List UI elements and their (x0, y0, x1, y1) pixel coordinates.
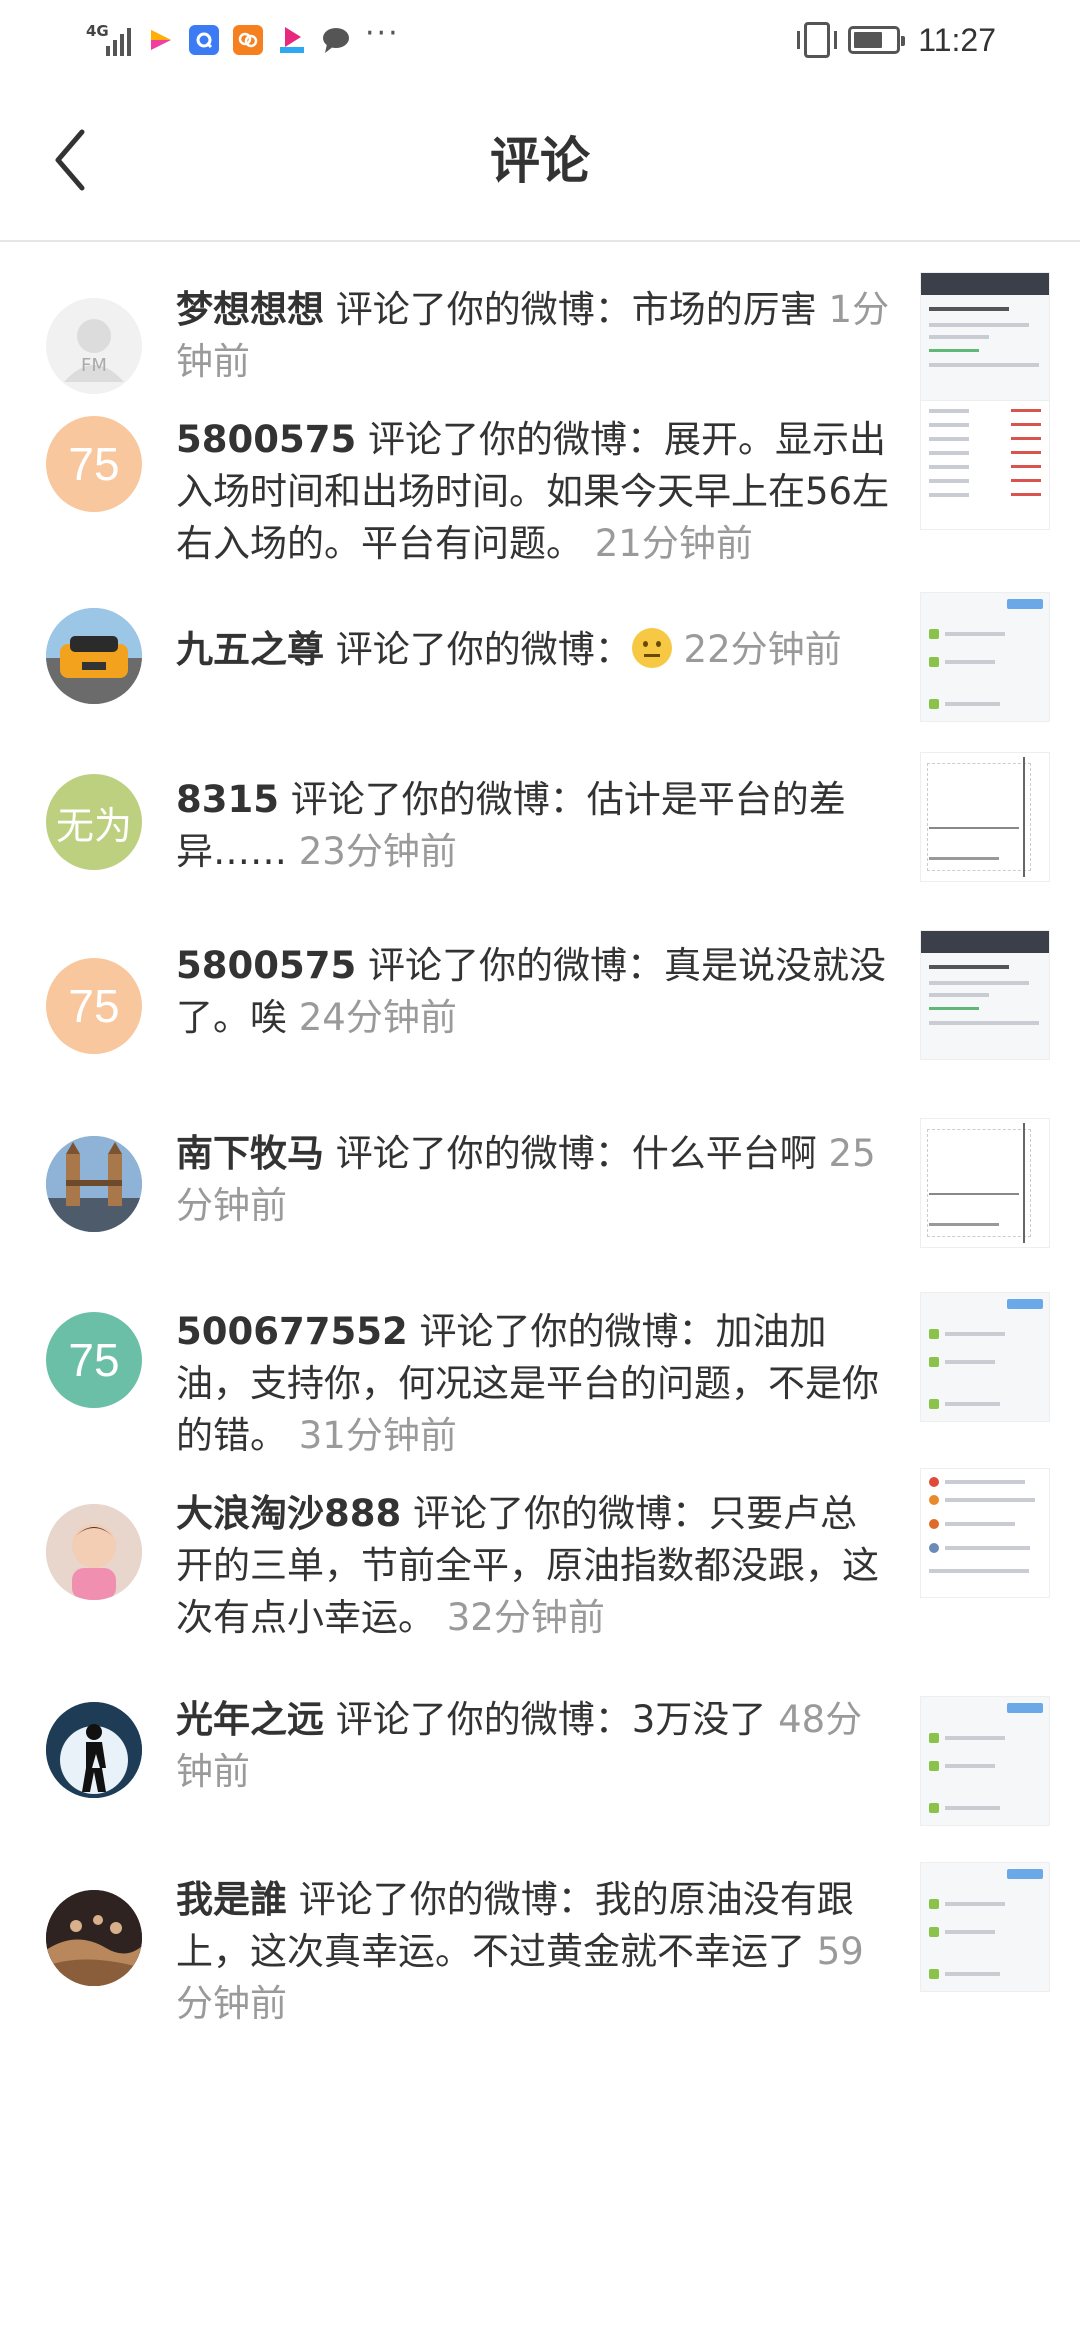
neutral-face-emoji-icon (631, 628, 672, 668)
post-thumbnail[interactable] (920, 1468, 1050, 1598)
comment-text: 500677552 评论了你的微博：加油加油，支持你，何况这是平台的问题，不是你… (176, 1310, 879, 1457)
car-photo-icon (46, 608, 142, 704)
user-name[interactable]: 我是誰 (176, 1878, 287, 1921)
more-notifications-icon: ··· (365, 15, 400, 51)
avatar[interactable] (46, 1504, 142, 1600)
post-thumbnail[interactable] (920, 1292, 1050, 1422)
list-item[interactable]: 无为 8315 评论了你的微博：估计是平台的差异…… 23分钟前 (0, 742, 1080, 892)
timestamp: 21分钟前 (594, 522, 753, 565)
list-item[interactable]: FM 梦想想想 评论了你的微博：市场的厉害 1分钟前 (0, 242, 1080, 402)
user-name[interactable]: 5800575 (176, 944, 356, 987)
user-name[interactable]: 梦想想想 (176, 288, 324, 331)
user-name[interactable]: 九五之尊 (176, 628, 324, 671)
list-item[interactable]: 大浪淘沙888 评论了你的微博：只要卢总开的三单，节前全平，原油指数都没跟，这次… (0, 1468, 1080, 1639)
video-app-icon (145, 25, 175, 55)
post-thumbnail[interactable] (920, 1118, 1050, 1248)
comment-text: 九五之尊 评论了你的微博： 22分钟前 (176, 628, 842, 671)
post-thumbnail[interactable] (920, 592, 1050, 722)
list-item[interactable]: 75 5800575 评论了你的微博：展开。显示出入场时间和出场时间。如果今天早… (0, 390, 1080, 565)
avatar[interactable]: 75 (46, 416, 142, 512)
timestamp: 24分钟前 (298, 996, 457, 1039)
silhouette-photo-icon (46, 1702, 142, 1798)
list-item[interactable]: 75 5800575 评论了你的微博：真是说没就没了。唉 24分钟前 (0, 922, 1080, 1072)
post-thumbnail[interactable] (920, 930, 1050, 1060)
post-thumbnail[interactable] (920, 1862, 1050, 1992)
comment-text: 梦想想想 评论了你的微博：市场的厉害 1分钟前 (176, 288, 890, 383)
post-thumbnail[interactable] (920, 400, 1050, 530)
avatar[interactable] (46, 608, 142, 704)
comment-text: 大浪淘沙888 评论了你的微博：只要卢总开的三单，节前全平，原油指数都没跟，这次… (176, 1492, 879, 1639)
timestamp: 32分钟前 (446, 1596, 605, 1639)
page-title: 评论 (490, 132, 590, 190)
list-item[interactable]: 九五之尊 评论了你的微博： 22分钟前 (0, 582, 1080, 722)
avatar[interactable]: 75 (46, 1312, 142, 1408)
timestamp: 22分钟前 (683, 628, 842, 671)
avatar[interactable]: 75 (46, 958, 142, 1054)
avatar[interactable] (46, 1702, 142, 1798)
youku-icon (277, 25, 307, 55)
user-name[interactable]: 500677552 (176, 1310, 408, 1353)
user-name[interactable]: 8315 (176, 778, 279, 821)
comment-text: 8315 评论了你的微博：估计是平台的差异…… 23分钟前 (176, 778, 846, 873)
browser-app-icon (189, 25, 219, 55)
avatar[interactable] (46, 1890, 142, 1986)
battery-icon (848, 26, 906, 54)
avatar-initials: FM (81, 355, 107, 376)
comment-text: 光年之远 评论了你的微博：3万没了 48分钟前 (176, 1698, 863, 1793)
avatar[interactable]: FM (46, 298, 142, 394)
desert-photo-icon (46, 1890, 142, 1986)
clock: 11:27 (918, 21, 996, 58)
network-type: 4G (86, 22, 109, 40)
bridge-photo-icon (46, 1136, 142, 1232)
comment-text: 南下牧马 评论了你的微博：什么平台啊 25分钟前 (176, 1132, 876, 1227)
post-thumbnail[interactable] (920, 1696, 1050, 1826)
list-item[interactable]: 南下牧马 评论了你的微博：什么平台啊 25分钟前 (0, 1110, 1080, 1260)
post-thumbnail[interactable] (920, 752, 1050, 882)
user-name[interactable]: 大浪淘沙888 (176, 1492, 401, 1535)
user-name[interactable]: 南下牧马 (176, 1132, 324, 1175)
avatar[interactable] (46, 1136, 142, 1232)
uc-browser-icon (233, 25, 263, 55)
child-photo-icon (46, 1504, 142, 1600)
vibrate-icon (797, 22, 838, 58)
user-name[interactable]: 5800575 (176, 418, 356, 461)
post-thumbnail[interactable] (920, 272, 1050, 402)
avatar[interactable]: 无为 (46, 774, 142, 870)
user-name[interactable]: 光年之远 (176, 1698, 324, 1741)
status-bar: 4G ··· 11:27 (0, 0, 1080, 80)
timestamp: 31分钟前 (298, 1414, 457, 1457)
list-item[interactable]: 光年之远 评论了你的微博：3万没了 48分钟前 (0, 1666, 1080, 1826)
timestamp: 23分钟前 (298, 830, 457, 873)
signal-icon: 4G (86, 24, 131, 56)
list-item[interactable]: 我是誰 评论了你的微博：我的原油没有跟上，这次真幸运。不过黄金就不幸运了 59分… (0, 1854, 1080, 2025)
comment-text: 我是誰 评论了你的微博：我的原油没有跟上，这次真幸运。不过黄金就不幸运了 59分… (176, 1878, 864, 2025)
comment-text: 5800575 评论了你的微博：真是说没就没了。唉 24分钟前 (176, 944, 886, 1039)
message-icon (321, 25, 351, 55)
nav-header: 评论 (0, 80, 1080, 242)
comment-text: 5800575 评论了你的微博：展开。显示出入场时间和出场时间。如果今天早上在5… (176, 418, 890, 565)
list-item[interactable]: 75 500677552 评论了你的微博：加油加油，支持你，何况这是平台的问题，… (0, 1282, 1080, 1457)
